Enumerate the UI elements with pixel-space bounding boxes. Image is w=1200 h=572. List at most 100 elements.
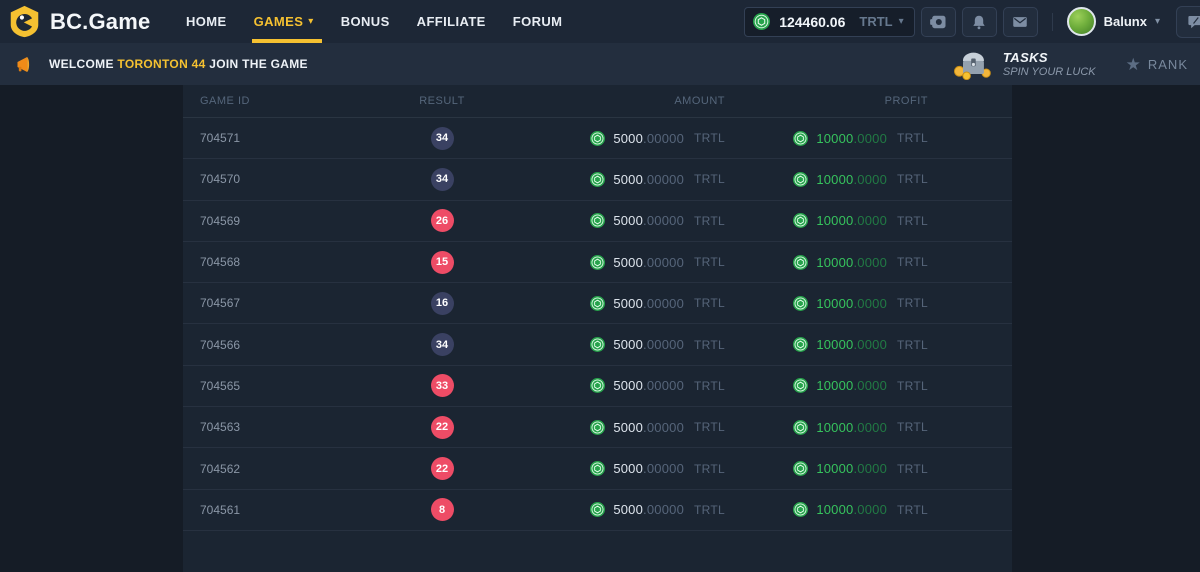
profit-cell: 10000.0000TRTL xyxy=(743,213,1012,228)
main-content: GAME ID RESULT AMOUNT PROFIT 704571 34 50… xyxy=(0,85,1200,572)
profit-cell: 10000.0000TRTL xyxy=(743,172,1012,187)
envelope-icon xyxy=(1011,13,1029,31)
result-badge: 22 xyxy=(431,457,454,480)
avatar xyxy=(1067,7,1096,36)
game-id-cell: 704562 xyxy=(183,462,383,476)
table-row: 70456533 5000.00000TRTL 10000.0000TRTL xyxy=(183,366,1012,407)
profit-cell: 10000.0000TRTL xyxy=(743,502,1012,517)
currency-label: TRTL xyxy=(694,338,725,352)
currency-label: TRTL xyxy=(897,338,928,352)
trtl-coin-icon xyxy=(590,378,605,393)
currency-label: TRTL xyxy=(694,131,725,145)
result-cell: 33 xyxy=(383,374,501,397)
result-badge: 34 xyxy=(431,127,454,150)
amount-cell: 5000.00000TRTL xyxy=(501,461,743,476)
table-row: 70457034 5000.00000TRTL 10000.0000TRTL xyxy=(183,159,1012,200)
currency-label: TRTL xyxy=(694,255,725,269)
table-row: 70456716 5000.00000TRTL 10000.0000TRTL xyxy=(183,283,1012,324)
game-id-cell: 704565 xyxy=(183,379,383,393)
currency-label: TRTL xyxy=(897,462,928,476)
balance-amount: 124460.06 xyxy=(779,14,845,30)
trtl-coin-icon xyxy=(793,461,808,476)
currency-label: TRTL xyxy=(897,379,928,393)
result-badge: 16 xyxy=(431,292,454,315)
amount-cell: 5000.00000TRTL xyxy=(501,420,743,435)
tasks-title: TASKS xyxy=(1003,50,1096,65)
currency-label: TRTL xyxy=(897,420,928,434)
chevron-down-icon: ▾ xyxy=(899,16,904,27)
amount-cell: 5000.00000TRTL xyxy=(501,213,743,228)
vault-button[interactable] xyxy=(921,7,956,37)
announcement-highlight: TORONTON 44 xyxy=(117,57,205,71)
profit-cell: 10000.0000TRTL xyxy=(743,378,1012,393)
rank-widget[interactable]: ★ RANK xyxy=(1126,56,1188,73)
game-id-cell: 704570 xyxy=(183,172,383,186)
table-header: GAME ID RESULT AMOUNT PROFIT xyxy=(183,85,1012,118)
currency-label: TRTL xyxy=(694,296,725,310)
notifications-button[interactable] xyxy=(962,7,997,37)
result-badge: 26 xyxy=(431,209,454,232)
amount-cell: 5000.00000TRTL xyxy=(501,337,743,352)
game-id-cell: 704563 xyxy=(183,420,383,434)
bets-table-panel: GAME ID RESULT AMOUNT PROFIT 704571 34 50… xyxy=(183,85,1012,572)
tasks-widget[interactable]: TASKS SPIN YOUR LUCK xyxy=(953,48,1096,80)
trtl-coin-icon xyxy=(590,172,605,187)
profit-cell: 10000.0000TRTL xyxy=(743,296,1012,311)
result-cell: 34 xyxy=(383,127,501,150)
table-row: 704562 22 5000.00000TRTL 10000.0000TRTL xyxy=(183,448,1012,489)
user-menu[interactable]: Balunx ▾ xyxy=(1067,7,1160,36)
currency-label: TRTL xyxy=(897,131,928,145)
result-badge: 22 xyxy=(431,416,454,439)
result-cell: 34 xyxy=(383,168,501,191)
game-id-cell: 704566 xyxy=(183,338,383,352)
trtl-coin-icon xyxy=(590,420,605,435)
nav-bonus[interactable]: BONUS xyxy=(341,0,390,43)
nav-affiliate[interactable]: AFFILIATE xyxy=(417,0,486,43)
currency-label: TRTL xyxy=(897,503,928,517)
trtl-coin-icon xyxy=(793,337,808,352)
currency-label: TRTL xyxy=(694,462,725,476)
currency-label: TRTL xyxy=(694,214,725,228)
trtl-coin-icon xyxy=(793,502,808,517)
game-id-cell: 704571 xyxy=(183,131,383,145)
trtl-coin-icon xyxy=(590,502,605,517)
rank-label: RANK xyxy=(1148,57,1188,72)
table-row: 70456634 5000.00000TRTL 10000.0000TRTL xyxy=(183,324,1012,365)
result-cell: 16 xyxy=(383,292,501,315)
balance-currency: TRTL xyxy=(859,14,892,29)
table-row: 704569 26 5000.00000TRTL 10000.0000TRTL xyxy=(183,201,1012,242)
profit-cell: 10000.0000TRTL xyxy=(743,255,1012,270)
column-amount: AMOUNT xyxy=(501,95,743,107)
trtl-coin-icon xyxy=(793,378,808,393)
result-cell: 34 xyxy=(383,333,501,356)
treasure-chest-icon xyxy=(953,48,993,80)
column-profit: PROFIT xyxy=(743,95,1012,107)
top-navbar: BC.Game HOME GAMES▾ BONUS AFFILIATE FORU… xyxy=(0,0,1200,43)
game-id-cell: 704569 xyxy=(183,214,383,228)
divider xyxy=(1052,13,1053,31)
result-cell: 15 xyxy=(383,251,501,274)
column-result: RESULT xyxy=(383,95,501,107)
logo-text: BC.Game xyxy=(50,9,150,35)
megaphone-icon xyxy=(14,54,35,75)
logo[interactable]: BC.Game xyxy=(8,5,174,38)
currency-label: TRTL xyxy=(897,296,928,310)
messages-button[interactable] xyxy=(1003,7,1038,37)
amount-cell: 5000.00000TRTL xyxy=(501,296,743,311)
result-cell: 22 xyxy=(383,416,501,439)
currency-label: TRTL xyxy=(897,214,928,228)
chat-button[interactable]: 10 xyxy=(1176,6,1200,38)
nav-home[interactable]: HOME xyxy=(186,0,227,43)
balance-selector[interactable]: 124460.06 TRTL ▾ xyxy=(744,7,914,37)
result-cell: 26 xyxy=(383,209,501,232)
table-body: 70457134 5000.00000TRTL 10000.0000TRTL70… xyxy=(183,118,1012,531)
trtl-coin-icon xyxy=(793,131,808,146)
trtl-coin-icon xyxy=(753,13,770,30)
topbar-right: 124460.06 TRTL ▾ xyxy=(744,6,1200,38)
profit-cell: 10000.0000TRTL xyxy=(743,461,1012,476)
currency-label: TRTL xyxy=(694,420,725,434)
trtl-coin-icon xyxy=(590,296,605,311)
star-icon: ★ xyxy=(1126,56,1141,73)
nav-games[interactable]: GAMES▾ xyxy=(254,0,314,43)
nav-forum[interactable]: FORUM xyxy=(513,0,563,43)
